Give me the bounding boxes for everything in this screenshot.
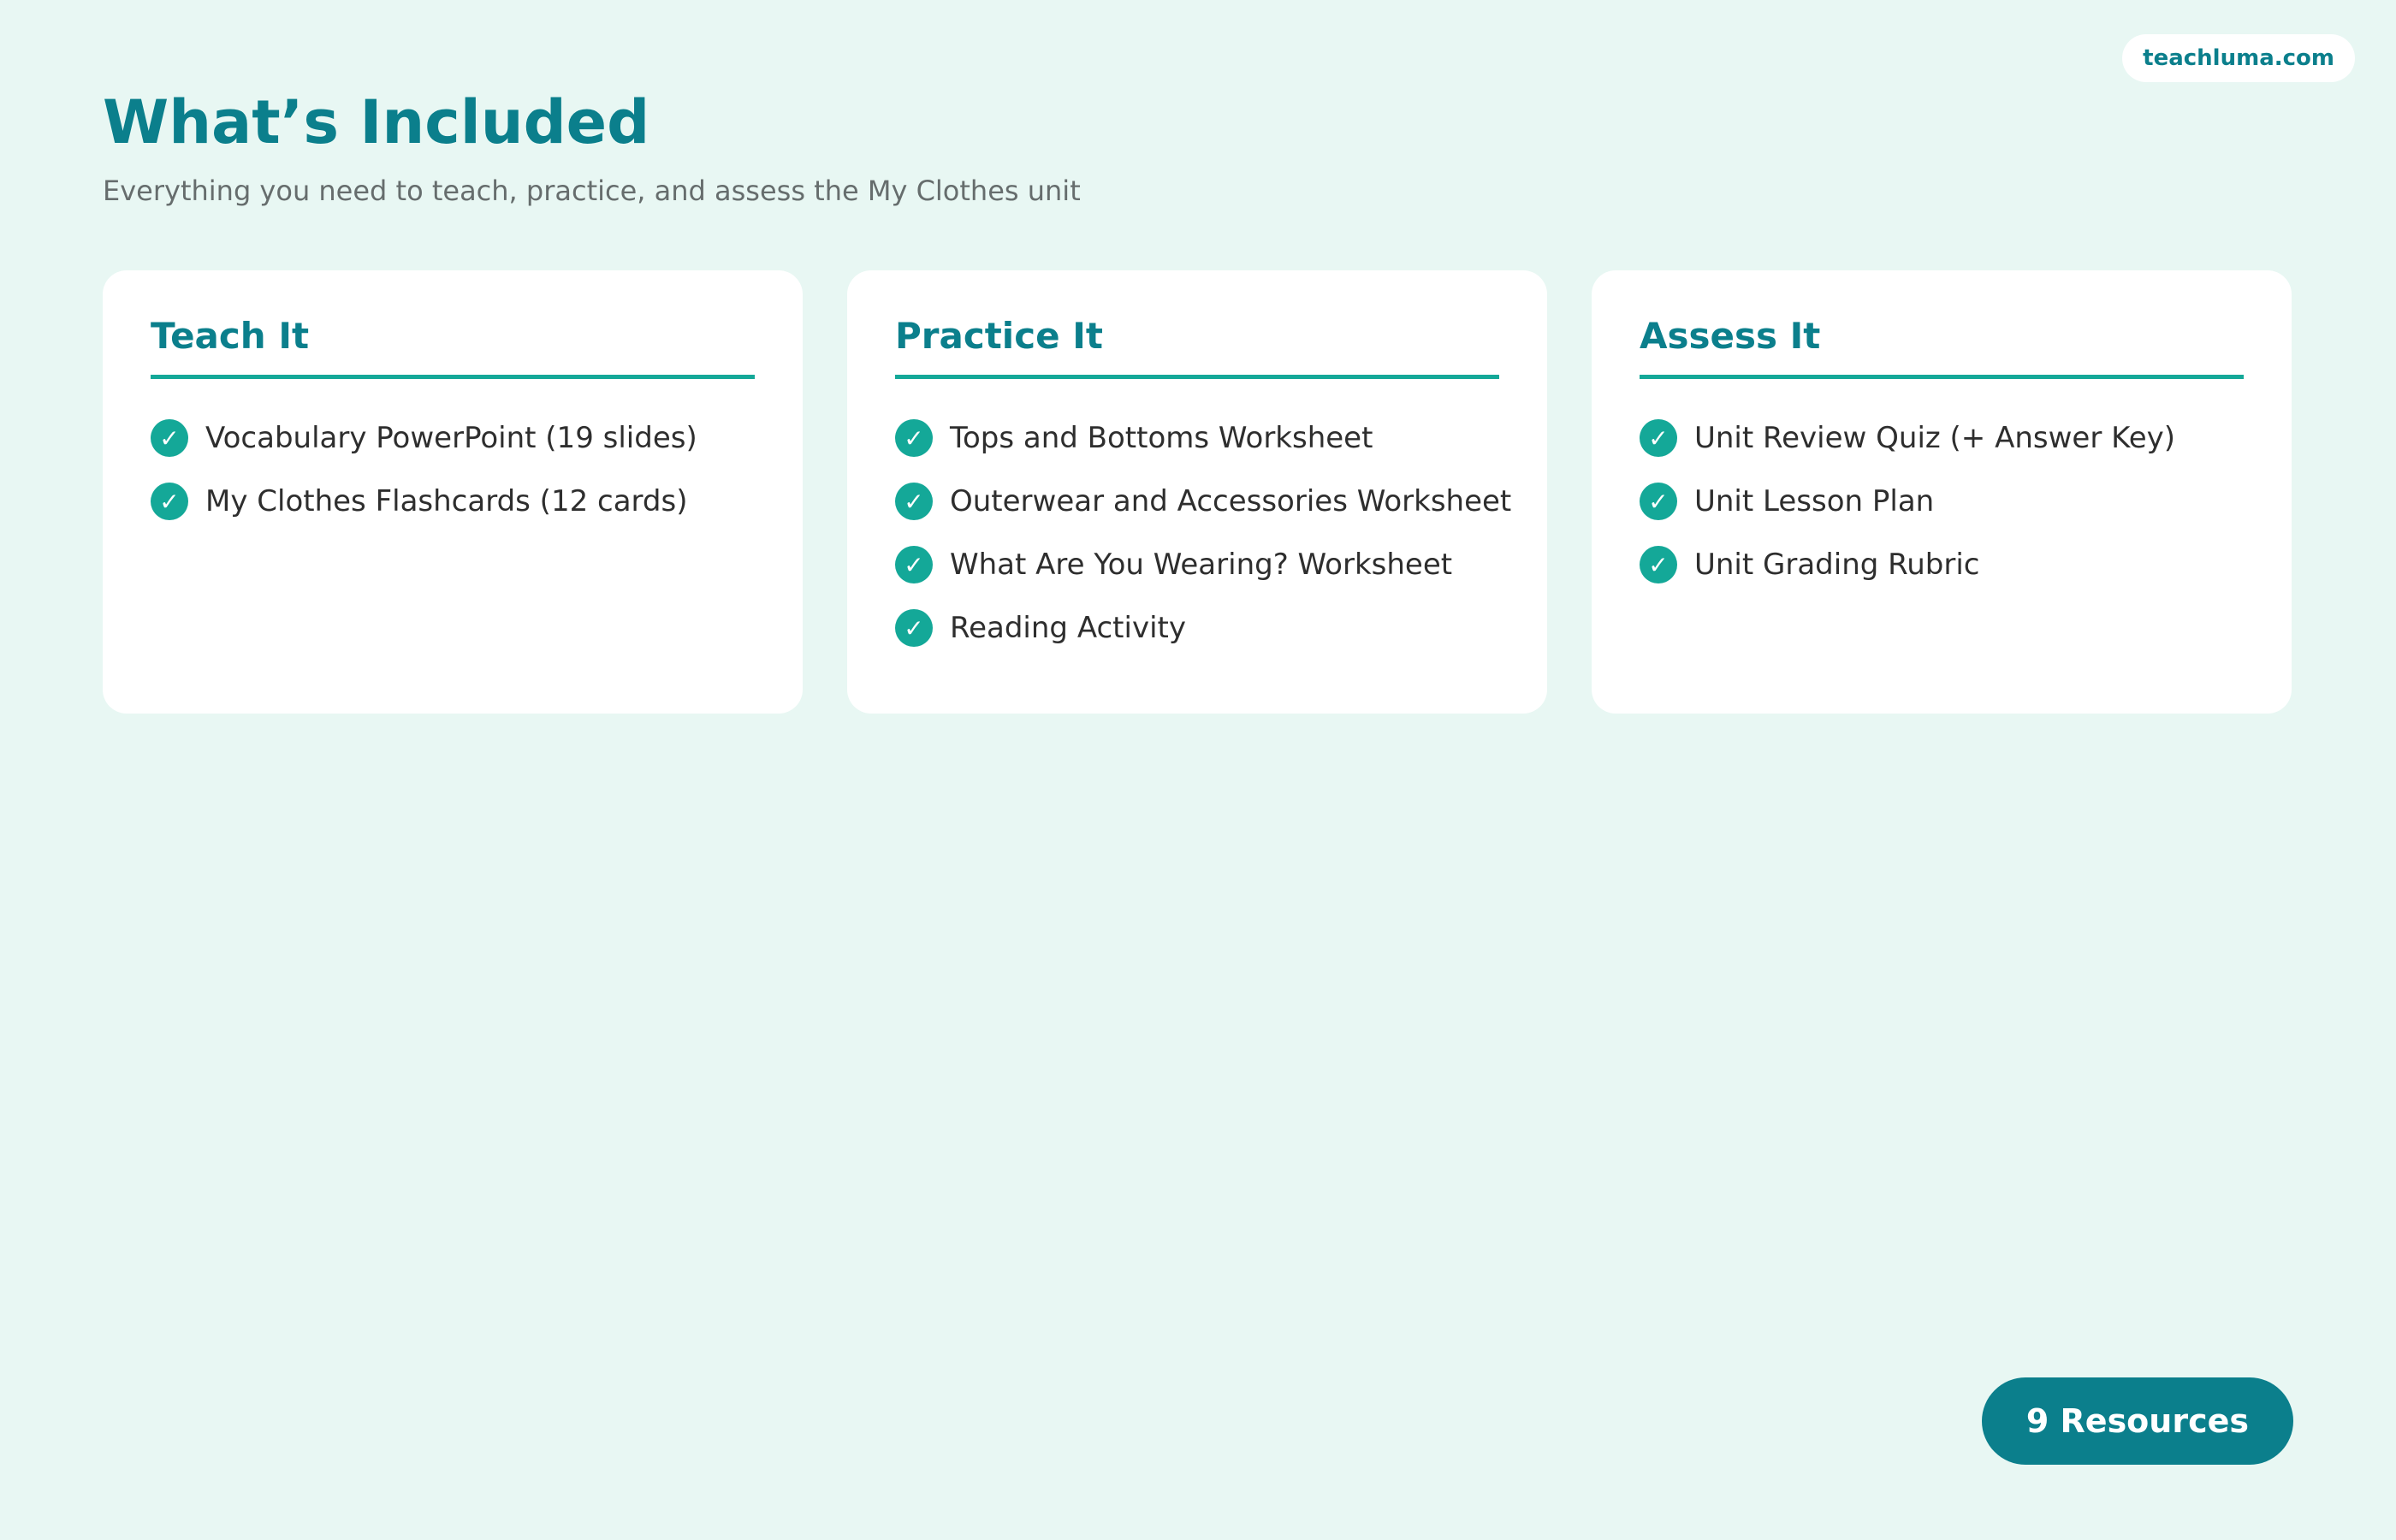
item-label: Tops and Bottoms Worksheet — [950, 421, 1373, 455]
resources-count-badge: 9 Resources — [1981, 1377, 2293, 1465]
check-circle-icon: ✓ — [895, 546, 933, 583]
check-circle-icon: ✓ — [895, 419, 933, 457]
list-item: ✓ Unit Grading Rubric — [1640, 533, 2244, 596]
check-circle-icon: ✓ — [895, 483, 933, 520]
check-circle-icon: ✓ — [1640, 483, 1677, 520]
item-label: My Clothes Flashcards (12 cards) — [205, 484, 688, 518]
list-item: ✓ Unit Review Quiz (+ Answer Key) — [1640, 406, 2244, 470]
item-label: Unit Lesson Plan — [1694, 484, 1935, 518]
item-list: ✓ Tops and Bottoms Worksheet ✓ Outerwear… — [895, 379, 1511, 660]
card-title: Assess It — [1640, 318, 2244, 379]
item-label: Unit Review Quiz (+ Answer Key) — [1694, 421, 2176, 455]
list-item: ✓ Tops and Bottoms Worksheet — [895, 406, 1499, 470]
card-teach-it: Teach It ✓ Vocabulary PowerPoint (19 sli… — [103, 270, 803, 714]
list-item: ✓ What Are You Wearing? Worksheet — [895, 533, 1499, 596]
page-title: What’s Included — [103, 87, 650, 157]
item-label: Unit Grading Rubric — [1694, 548, 1980, 582]
brand-link[interactable]: teachluma.com — [2122, 34, 2355, 82]
check-circle-icon: ✓ — [151, 419, 188, 457]
card-assess-it: Assess It ✓ Unit Review Quiz (+ Answer K… — [1592, 270, 2292, 714]
page-header: What’s Included Everything you need to t… — [103, 87, 1081, 208]
check-circle-icon: ✓ — [895, 609, 933, 647]
list-item: ✓ Outerwear and Accessories Worksheet — [895, 470, 1511, 533]
item-label: Reading Activity — [950, 611, 1186, 645]
page-subtitle: Everything you need to teach, practice, … — [103, 175, 1081, 207]
item-label: Outerwear and Accessories Worksheet — [950, 484, 1512, 518]
resources-count-label: 9 Resources — [2025, 1402, 2249, 1440]
check-circle-icon: ✓ — [1640, 419, 1677, 457]
list-item: ✓ My Clothes Flashcards (12 cards) — [151, 470, 755, 533]
brand-url: teachluma.com — [2143, 45, 2334, 71]
check-circle-icon: ✓ — [1640, 546, 1677, 583]
card-title: Practice It — [895, 318, 1499, 379]
cards-container: Teach It ✓ Vocabulary PowerPoint (19 sli… — [103, 270, 2292, 714]
item-list: ✓ Unit Review Quiz (+ Answer Key) ✓ Unit… — [1640, 379, 2244, 596]
list-item: ✓ Unit Lesson Plan — [1640, 470, 2244, 533]
list-item: ✓ Reading Activity — [895, 596, 1499, 660]
card-practice-it: Practice It ✓ Tops and Bottoms Worksheet… — [847, 270, 1547, 714]
item-list: ✓ Vocabulary PowerPoint (19 slides) ✓ My… — [151, 379, 755, 533]
card-title: Teach It — [151, 318, 755, 379]
item-label: What Are You Wearing? Worksheet — [950, 548, 1453, 582]
check-circle-icon: ✓ — [151, 483, 188, 520]
item-label: Vocabulary PowerPoint (19 slides) — [205, 421, 697, 455]
list-item: ✓ Vocabulary PowerPoint (19 slides) — [151, 406, 755, 470]
